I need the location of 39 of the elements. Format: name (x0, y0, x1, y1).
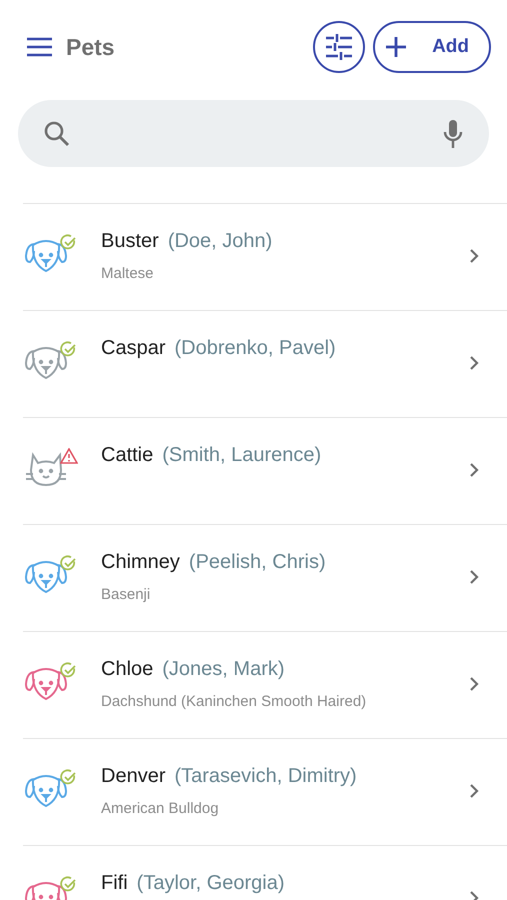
pet-name: Denver (101, 764, 166, 789)
breed-label: Maltese (101, 264, 155, 284)
breed-label: Basenji (101, 585, 152, 605)
page-title: Pets (66, 32, 115, 62)
sliders-icon (325, 34, 353, 60)
search-icon (44, 120, 70, 146)
owner-name: (Dobrenko, Pavel) (174, 336, 336, 361)
pet-row[interactable]: Fifi (Taylor, Georgia) (23, 846, 507, 900)
microphone-icon[interactable] (443, 118, 463, 148)
owner-name: (Taylor, Georgia) (136, 871, 285, 896)
owner-name: (Peelish, Chris) (188, 550, 326, 575)
pet-name: Chloe (101, 657, 154, 682)
owner-name: (Doe, John) (168, 229, 272, 254)
owner-name: (Smith, Laurence) (162, 443, 322, 468)
pet-row[interactable]: Cattie (Smith, Laurence) (23, 418, 507, 525)
chevron-right-icon (469, 569, 479, 585)
owner-name: (Tarasevich, Dimitry) (174, 764, 357, 789)
pet-name: Fifi (101, 871, 128, 896)
filter-button[interactable] (313, 21, 365, 73)
chevron-right-icon (469, 783, 479, 799)
add-button[interactable]: Add (373, 21, 491, 73)
breed-label: Dachshund (Kaninchen Smooth Haired) (101, 692, 368, 712)
pet-row[interactable]: Denver (Tarasevich, Dimitry) American Bulldog (23, 739, 507, 846)
chevron-right-icon (469, 462, 479, 478)
pet-row[interactable]: Chimney (Peelish, Chris) Basenji (23, 525, 507, 632)
chevron-right-icon (469, 676, 479, 692)
pet-name: Chimney (101, 550, 180, 575)
menu-icon[interactable] (26, 37, 53, 57)
pet-name: Caspar (101, 336, 166, 361)
pet-name: Buster (101, 229, 159, 254)
owner-name: (Jones, Mark) (162, 657, 285, 682)
chevron-right-icon (469, 355, 479, 371)
pet-row[interactable]: Caspar (Dobrenko, Pavel) (23, 311, 507, 418)
breed-label: American Bulldog (101, 799, 220, 819)
plus-icon (385, 36, 407, 58)
pet-row[interactable]: Buster (Doe, John) Maltese (23, 204, 507, 311)
chevron-right-icon (469, 248, 479, 264)
pet-row[interactable]: Chloe (Jones, Mark) Dachshund (Kaninchen Smooth Haired) (23, 632, 507, 739)
pet-name: Cattie (101, 443, 154, 468)
